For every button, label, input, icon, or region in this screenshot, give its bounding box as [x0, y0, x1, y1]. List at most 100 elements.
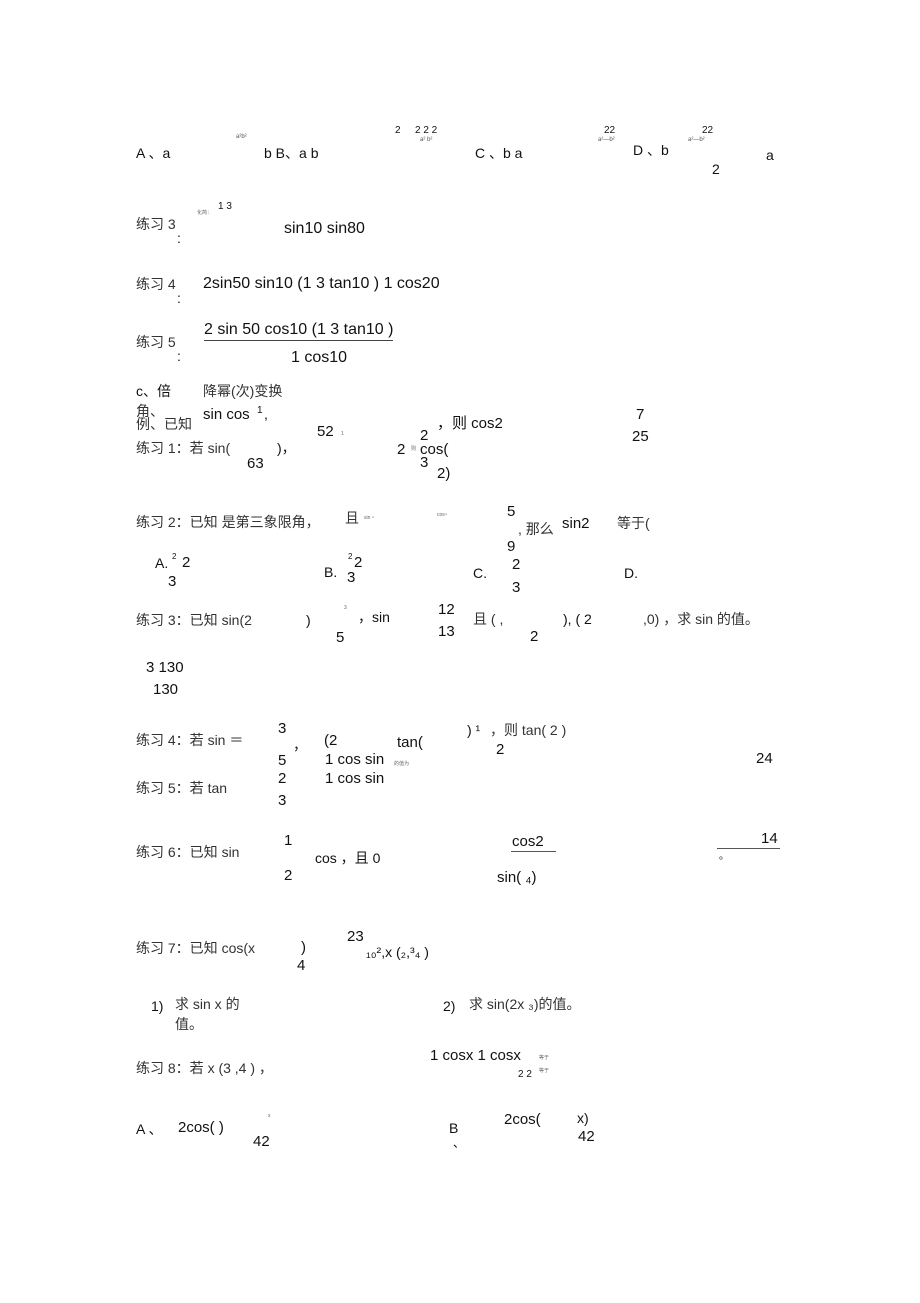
practice-1-fraction-numerator: 52	[317, 423, 334, 440]
choice-c-superscript-2: a²—b²	[598, 137, 615, 143]
option-c-label[interactable]: C.	[473, 566, 487, 580]
option-a-superscript: 2	[172, 552, 177, 561]
practice-2-label: 练习 2：已知 是第三象限角，	[136, 514, 320, 530]
option-b-mark: 、	[453, 1136, 466, 1150]
practice-6-label: 练习 6：已知 sin	[136, 844, 240, 860]
practice-2-then: , 那么	[518, 521, 554, 537]
exercise-3-superscript: 1 3	[218, 201, 232, 212]
exercise-3-expression: sin10 sin80	[284, 220, 365, 237]
practice-3-denominator-2: 2	[530, 628, 539, 645]
practice-7-q1-text: 求 sin x 的	[175, 996, 240, 1012]
option-a-denominator: 42	[253, 1133, 270, 1150]
practice-1-denominator: 63	[247, 455, 264, 472]
practice-5-label: 练习 5：若 tan	[136, 780, 228, 796]
practice-1-close: )，	[277, 440, 296, 456]
practice-7-q1-number: 1)	[151, 998, 164, 1014]
practice-8-expression: 1 cosx 1 cosx	[430, 1047, 521, 1064]
practice-2-cos4: cos⁴	[437, 512, 447, 518]
practice-3-denominator-13: 13	[438, 623, 455, 640]
option-c-denominator: 3	[512, 579, 521, 596]
practice-2-and: 且	[345, 510, 359, 526]
practice-3-and: 且 ( ,	[473, 611, 504, 627]
choice-d-superscript-1: 22	[702, 125, 714, 136]
example-comma: ,	[264, 406, 268, 422]
choice-b-superscript-1: 2	[395, 125, 401, 136]
choice-d-denominator: 2	[712, 161, 720, 177]
practice-1-small: 1	[341, 431, 344, 437]
practice-4-numerator: 3	[278, 720, 287, 737]
practice-5-numerator: 2	[278, 770, 287, 787]
practice-6-answer: 14	[761, 830, 778, 847]
practice-1-tail: 2)	[437, 465, 451, 482]
choice-d-label: D 、b	[633, 142, 669, 158]
practice-2-denominator: 9	[507, 538, 516, 555]
practice-3-denominator-5: 5	[336, 629, 345, 646]
practice-5-denominator: 3	[278, 792, 287, 809]
exercise-5-label: 练习 5	[136, 334, 176, 350]
practice-7-tail: ₁₀²,x (₂,³₄ )	[366, 944, 429, 960]
practice-2-numerator: 5	[507, 503, 516, 520]
practice-4-paren: (2	[324, 732, 338, 749]
practice-8-label: 练习 8：若 x (3 ,4 ) ，	[136, 1060, 273, 1076]
example-expression: sin cos	[203, 406, 250, 423]
choice-b-superscript-2: 2 2 2	[415, 125, 438, 136]
exercise-3-hint: 化简：	[197, 210, 213, 216]
practice-3-superscript: 3	[344, 605, 347, 611]
practice-3-numerator-12: 12	[438, 601, 455, 618]
exercise-4-label: 练习 4	[136, 276, 176, 292]
option-b-label-p8[interactable]: B	[449, 1121, 458, 1135]
practice-4-expression: 1 cos sin	[325, 751, 385, 768]
option-a-label[interactable]: A.	[155, 556, 168, 570]
practice-6-denominator: 2	[284, 867, 293, 884]
choice-d-tail: a	[766, 147, 774, 163]
exercise-5-colon: :	[177, 348, 181, 364]
exercise-3-colon: :	[177, 230, 181, 246]
option-b-denominator: 3	[347, 569, 356, 586]
practice-6-cos: cos ，且 0	[315, 850, 381, 866]
example-answer-numerator: 7	[636, 406, 645, 423]
practice-1-two: 2	[397, 441, 406, 458]
practice-3-sin: ，sin	[358, 609, 390, 625]
choice-a-tail: b B、a b	[264, 145, 319, 161]
practice-3-tail: ,0) ，求 sin 的值。	[643, 611, 759, 627]
option-a-superscript-x: x	[268, 1113, 271, 1119]
choice-b-superscript-3: a² b²	[420, 137, 433, 143]
exercise-3-label: 练习 3	[136, 216, 176, 232]
choice-d-superscript-2: a²—b²	[688, 137, 705, 143]
option-b-label[interactable]: B.	[324, 565, 337, 579]
practice-6-period: 。	[719, 851, 729, 862]
choice-a-superscript: a²b²	[236, 134, 247, 140]
practice-1-then-small: 则	[411, 446, 417, 452]
section-c-title-right: 降幂(次)变换	[203, 383, 283, 399]
practice-7-q2-number: 2)	[443, 998, 456, 1014]
practice-6-numerator: 1	[284, 832, 293, 849]
practice-1-label: 练习 1：若 sin(	[136, 440, 231, 456]
practice-2-sin2: sin2	[562, 515, 590, 532]
practice-6-answer-blank	[717, 848, 780, 849]
practice-7-q2-text: 求 sin(2x ₃)的值。	[469, 996, 581, 1012]
practice-4-answer: 24	[756, 750, 773, 767]
option-a-label-p8[interactable]: A 、	[136, 1122, 162, 1136]
practice-4-then: ，则 tan( 2 )	[490, 722, 567, 738]
practice-4-label: 练习 4：若 sin ＝	[136, 732, 244, 748]
option-b-expression: 2cos(	[504, 1111, 541, 1128]
exercise-4-colon: :	[177, 290, 181, 306]
practice-1-bottom: 3	[420, 454, 429, 471]
option-a-expression: 2cos( )	[178, 1119, 224, 1136]
practice-6-fraction-denominator: sin( ₄)	[497, 869, 537, 886]
exercise-5-denominator: 1 cos10	[291, 349, 348, 366]
practice-3-answer-denominator: 130	[153, 681, 179, 698]
practice-3-middle: ), ( 2	[563, 611, 592, 627]
practice-3-label: 练习 3：已知 sin(2	[136, 612, 252, 628]
option-c-numerator: 2	[512, 556, 521, 573]
option-b-denominator: 42	[578, 1128, 595, 1145]
choice-c-label: C 、b a	[475, 145, 523, 161]
practice-6-fraction-numerator: cos2	[512, 833, 544, 850]
practice-7-q1-text-2: 值。	[175, 1016, 203, 1032]
practice-8-small-2: 等于	[539, 1068, 550, 1074]
practice-4-denominator-2: 2	[496, 741, 505, 758]
example-then: ，则 cos2	[437, 415, 503, 432]
practice-4-comma: ，	[293, 737, 307, 753]
option-b-close: x)	[577, 1110, 589, 1126]
option-d-label[interactable]: D.	[624, 566, 638, 580]
